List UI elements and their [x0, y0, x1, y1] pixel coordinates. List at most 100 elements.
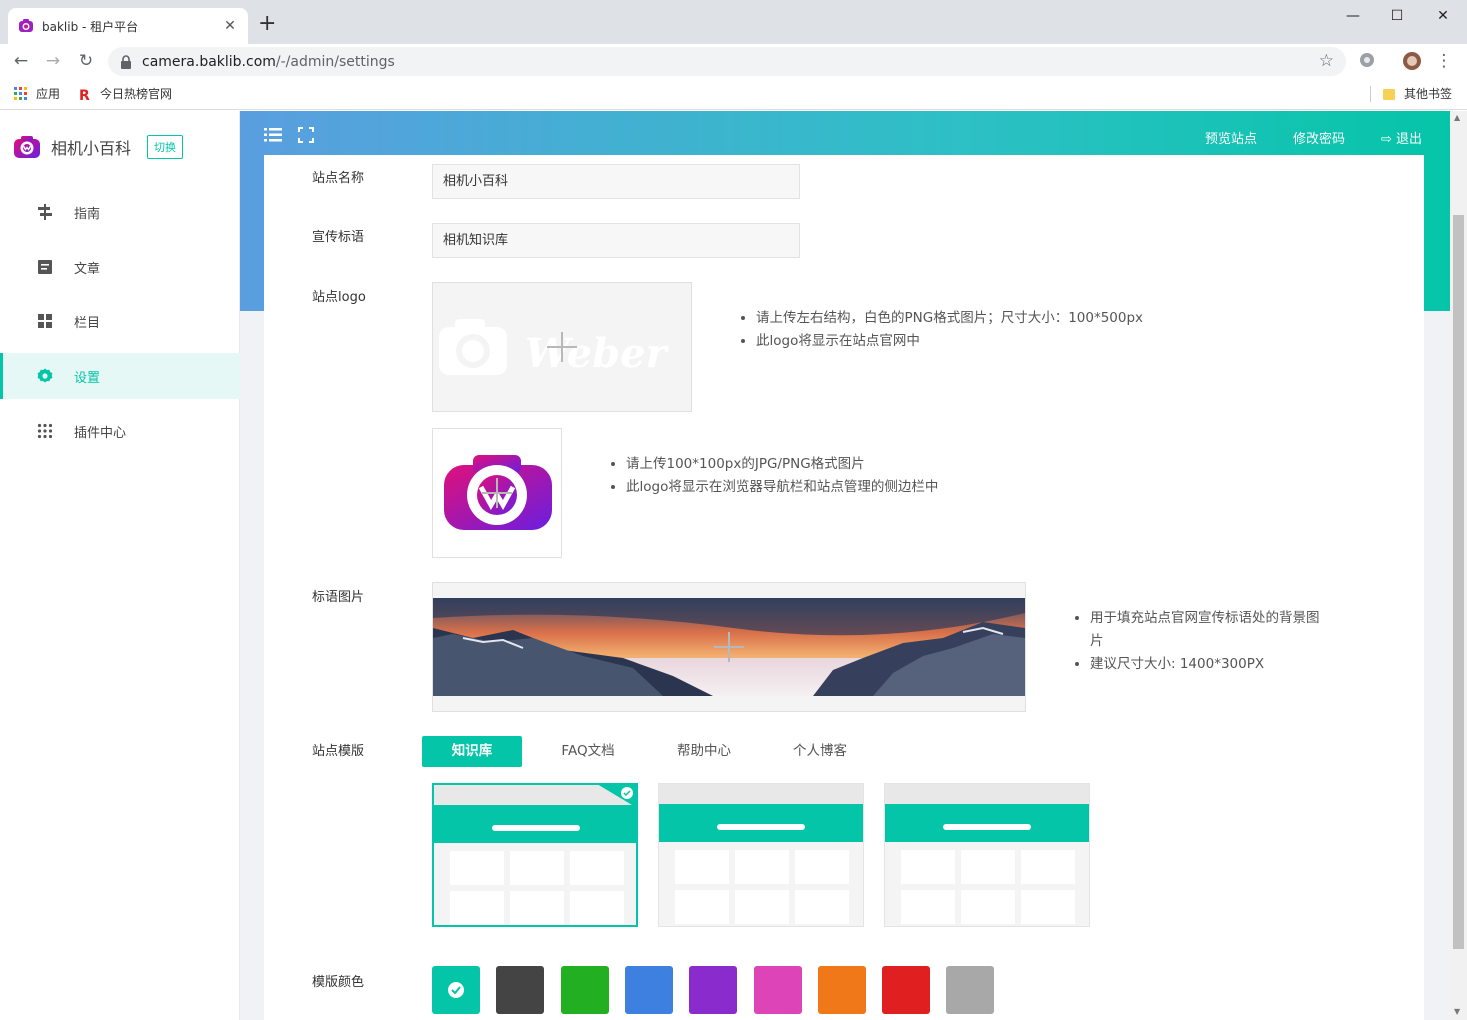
grid-icon: [36, 312, 54, 330]
logout-label: 退出: [1396, 132, 1423, 147]
logo-hints: 请上传左右结构，白色的PNG格式图片；尺寸大小：100*500px 此logo将…: [738, 307, 1143, 353]
slogan-label: 宣传标语: [312, 230, 365, 245]
template-hero: [885, 804, 1089, 842]
template-hero: [659, 804, 863, 842]
lock-icon: [121, 54, 131, 69]
hint-item: 此logo将显示在站点官网中: [756, 330, 1143, 353]
apps-grid-icon: [14, 86, 27, 100]
r-logo-icon: R: [79, 88, 90, 101]
logout-link[interactable]: ⇨ 退出: [1381, 128, 1422, 147]
color-swatch[interactable]: [818, 966, 866, 1014]
close-window-button[interactable]: ✕: [1428, 6, 1458, 28]
color-swatch[interactable]: [496, 966, 544, 1014]
template-hero: [434, 805, 636, 843]
sidebar-item-guide[interactable]: 指南: [0, 189, 240, 235]
baklib-favicon-icon: [19, 19, 33, 32]
sidebar-item-articles[interactable]: 文章: [0, 244, 240, 290]
gear-icon: [36, 367, 54, 385]
sidebar-item-columns[interactable]: 栏目: [0, 298, 240, 344]
upload-plus-icon: [482, 478, 512, 508]
minimize-button[interactable]: —: [1338, 6, 1368, 28]
color-swatch[interactable]: [946, 966, 994, 1014]
sidebar-item-label: 栏目: [74, 315, 101, 331]
color-swatch[interactable]: [689, 966, 737, 1014]
banner-label: 标语图片: [312, 590, 365, 605]
tab-faq[interactable]: FAQ文档: [538, 736, 638, 767]
color-swatch[interactable]: [882, 966, 930, 1014]
switch-site-button[interactable]: 切换: [147, 135, 184, 159]
sidebar-item-plugins[interactable]: 插件中心: [0, 408, 240, 454]
browser-titlebar: baklib - 租户平台 ✕ + — ☐ ✕: [0, 0, 1467, 44]
site-name-input[interactable]: 相机小百科: [432, 164, 800, 199]
tab-help-center[interactable]: 帮助中心: [654, 736, 754, 767]
new-tab-button[interactable]: +: [258, 13, 276, 35]
sidebar-item-label: 设置: [74, 370, 101, 386]
hint-item: 此logo将显示在浏览器导航栏和站点管理的侧边栏中: [626, 476, 938, 499]
url-path: /-/admin/settings: [275, 53, 395, 70]
scroll-up-arrow-icon[interactable]: ▲: [1454, 113, 1460, 122]
hint-item: 用于填充站点官网宣传标语处的背景图片: [1090, 607, 1322, 653]
browser-tab[interactable]: baklib - 租户平台 ✕: [8, 8, 248, 44]
site-logo-label: 站点logo: [312, 290, 366, 305]
extension-globe-icon[interactable]: [1358, 51, 1376, 69]
tab-personal-blog[interactable]: 个人博客: [770, 736, 870, 767]
banner-upload[interactable]: [432, 582, 1026, 712]
sidebar-item-label: 插件中心: [74, 425, 127, 441]
url-host: camera.baklib.com: [142, 53, 276, 70]
bookmark-apps[interactable]: 应用: [14, 85, 60, 102]
browser-menu-icon[interactable]: ⋮: [1433, 50, 1455, 72]
browser-toolbar: ← → ↻ camera.baklib.com /-/admin/setting…: [0, 44, 1467, 78]
slogan-input[interactable]: 相机知识库: [432, 223, 800, 258]
color-swatch[interactable]: [754, 966, 802, 1014]
hint-item: 请上传左右结构，白色的PNG格式图片；尺寸大小：100*500px: [756, 307, 1143, 330]
hint-item: 建议尺寸大小: 1400*300PX: [1090, 653, 1322, 676]
reload-icon[interactable]: ↻: [75, 50, 97, 72]
tab-knowledge-base[interactable]: 知识库: [422, 736, 522, 767]
bookmark-label: 应用: [36, 87, 61, 101]
sidebar: 相机小百科 切换 指南 文章 栏目 设置 插件中心: [0, 111, 240, 1020]
app-root: 预览站点 修改密码 ⇨ 退出 相机小百科 切换 指南 文章 栏目 设置 插件中心…: [0, 111, 1467, 1020]
banner-hints: 用于填充站点官网宣传标语处的背景图片 建议尺寸大小: 1400*300PX: [1072, 607, 1322, 676]
template-browser-bar: [659, 784, 863, 804]
favicon-hints: 请上传100*100px的JPG/PNG格式图片 此logo将显示在浏览器导航栏…: [608, 453, 938, 499]
sidebar-item-label: 文章: [74, 261, 101, 277]
other-bookmarks-label: 其他书签: [1404, 87, 1453, 101]
favicon-upload[interactable]: [432, 428, 562, 558]
scroll-down-arrow-icon[interactable]: ▼: [1454, 1007, 1460, 1016]
fullscreen-icon[interactable]: [298, 127, 314, 148]
template-label: 站点模版: [312, 744, 365, 759]
tab-close-icon[interactable]: ✕: [222, 18, 238, 34]
upload-plus-icon: [714, 632, 744, 662]
color-swatch[interactable]: [561, 966, 609, 1014]
color-swatch[interactable]: [432, 966, 480, 1014]
site-name: 相机小百科: [51, 139, 132, 158]
swatch-check-icon: [448, 982, 464, 998]
bookmarks-bar: 应用 R 今日热榜官网 其他书签: [0, 78, 1467, 110]
color-swatch[interactable]: [625, 966, 673, 1014]
upload-plus-icon: [547, 332, 577, 362]
page-scrollbar[interactable]: ▲ ▼: [1450, 111, 1467, 1020]
scroll-thumb[interactable]: [1453, 215, 1464, 949]
preview-site-link[interactable]: 预览站点: [1205, 128, 1257, 147]
address-bar[interactable]: camera.baklib.com /-/admin/settings ☆: [108, 47, 1346, 76]
bookmark-jinri[interactable]: R 今日热榜官网: [78, 85, 172, 102]
sidebar-item-settings[interactable]: 设置: [0, 353, 240, 399]
back-arrow-icon[interactable]: ←: [10, 50, 32, 72]
bookmark-star-icon[interactable]: ☆: [1319, 51, 1334, 71]
template-browser-bar: [885, 784, 1089, 804]
logout-icon: ⇨: [1381, 132, 1392, 147]
other-bookmarks[interactable]: 其他书签: [1382, 85, 1452, 102]
maximize-button[interactable]: ☐: [1382, 6, 1412, 28]
template-card-3[interactable]: [884, 783, 1090, 927]
site-logo-upload[interactable]: Weber: [432, 282, 692, 412]
change-password-link[interactable]: 修改密码: [1293, 128, 1345, 147]
selected-check-icon: [598, 785, 636, 808]
profile-avatar-icon[interactable]: [1402, 51, 1422, 71]
template-card-1[interactable]: [432, 783, 638, 927]
template-card-2[interactable]: [658, 783, 864, 927]
menu-list-icon[interactable]: [264, 127, 282, 148]
bookmark-divider: [1370, 86, 1371, 102]
document-icon: [36, 258, 54, 276]
site-name-label: 站点名称: [312, 171, 365, 186]
forward-arrow-icon[interactable]: →: [42, 50, 64, 72]
